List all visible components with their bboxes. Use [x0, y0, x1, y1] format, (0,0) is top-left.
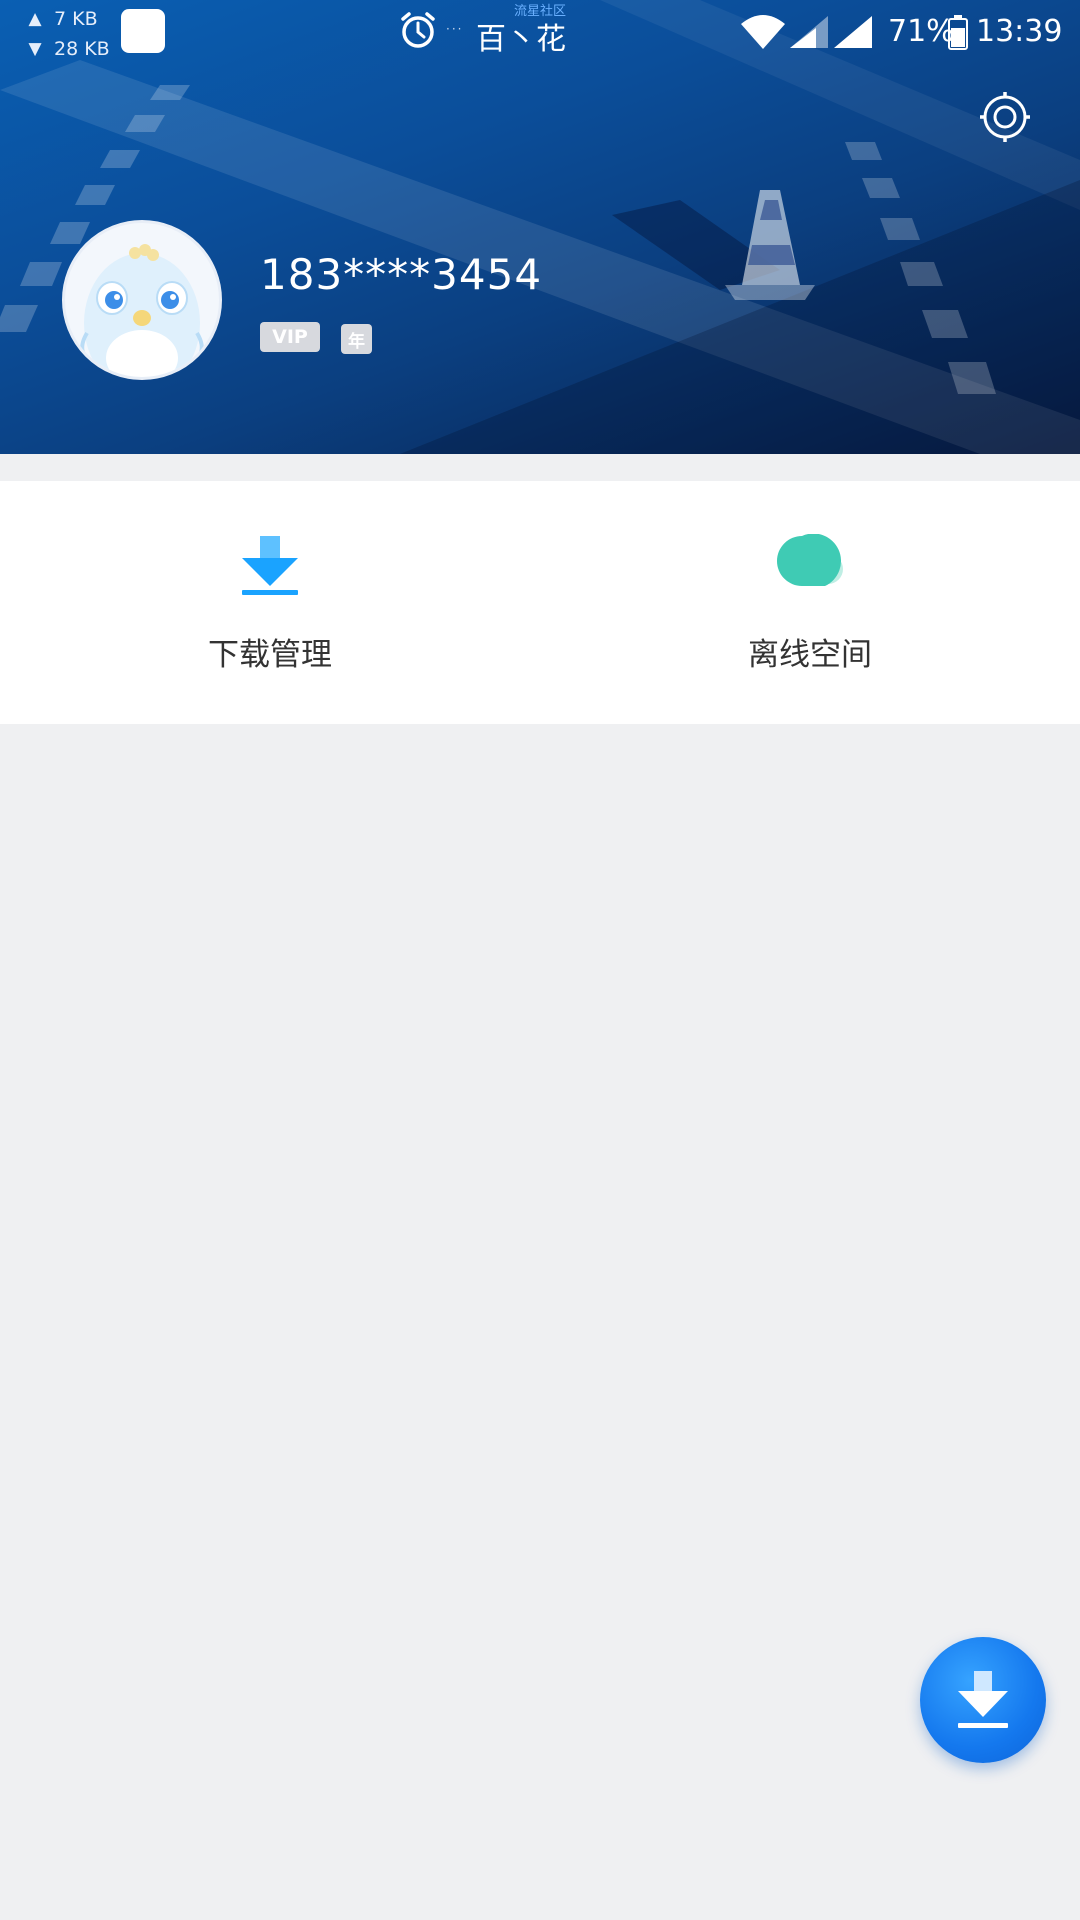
alarm-icon: [401, 12, 435, 48]
settings-gear-icon[interactable]: [978, 90, 1032, 144]
carrier-name: 百丶花: [476, 22, 566, 57]
download-fab-button[interactable]: [920, 1637, 1046, 1763]
clock: 13:39: [976, 14, 1063, 49]
download-speed: 28 KB: [54, 38, 110, 60]
wifi-icon: [741, 15, 785, 49]
feature-card: 下载管理 离线空间: [0, 481, 1080, 724]
download-icon: [958, 1671, 1008, 1728]
status-bar: ▲ 7 KB ▼ 28 KB ··· 流星社区 百丶花 71% 13:39: [0, 0, 1080, 66]
signal-icon-2: [834, 16, 872, 48]
username: 183****3454: [260, 250, 543, 299]
offline-space-button[interactable]: 离线空间: [540, 481, 1080, 724]
battery-icon: [948, 15, 968, 50]
network-speed: ▲ 7 KB ▼ 28 KB: [24, 4, 110, 64]
bird-mascot-icon: [80, 244, 204, 377]
profile-header: ▲ 7 KB ▼ 28 KB ··· 流星社区 百丶花 71% 13:39 18…: [0, 0, 1080, 454]
battery-percentage: 71%: [888, 14, 955, 49]
upload-arrow-icon: ▲: [28, 9, 42, 29]
download-management-label: 下载管理: [208, 637, 332, 673]
download-icon: [242, 536, 298, 595]
notification-icon: [121, 9, 165, 53]
download-arrow-icon: ▼: [28, 39, 42, 59]
download-management-button[interactable]: 下载管理: [0, 481, 540, 724]
offline-space-label: 离线空间: [748, 637, 872, 673]
year-badge: 年: [341, 324, 372, 354]
upload-speed: 7 KB: [54, 8, 98, 30]
avatar[interactable]: [62, 220, 222, 380]
vip-badge: VIP: [260, 322, 320, 352]
separator-dots: ···: [446, 22, 464, 36]
cloud-icon: [777, 534, 843, 586]
signal-icon: [790, 16, 828, 48]
